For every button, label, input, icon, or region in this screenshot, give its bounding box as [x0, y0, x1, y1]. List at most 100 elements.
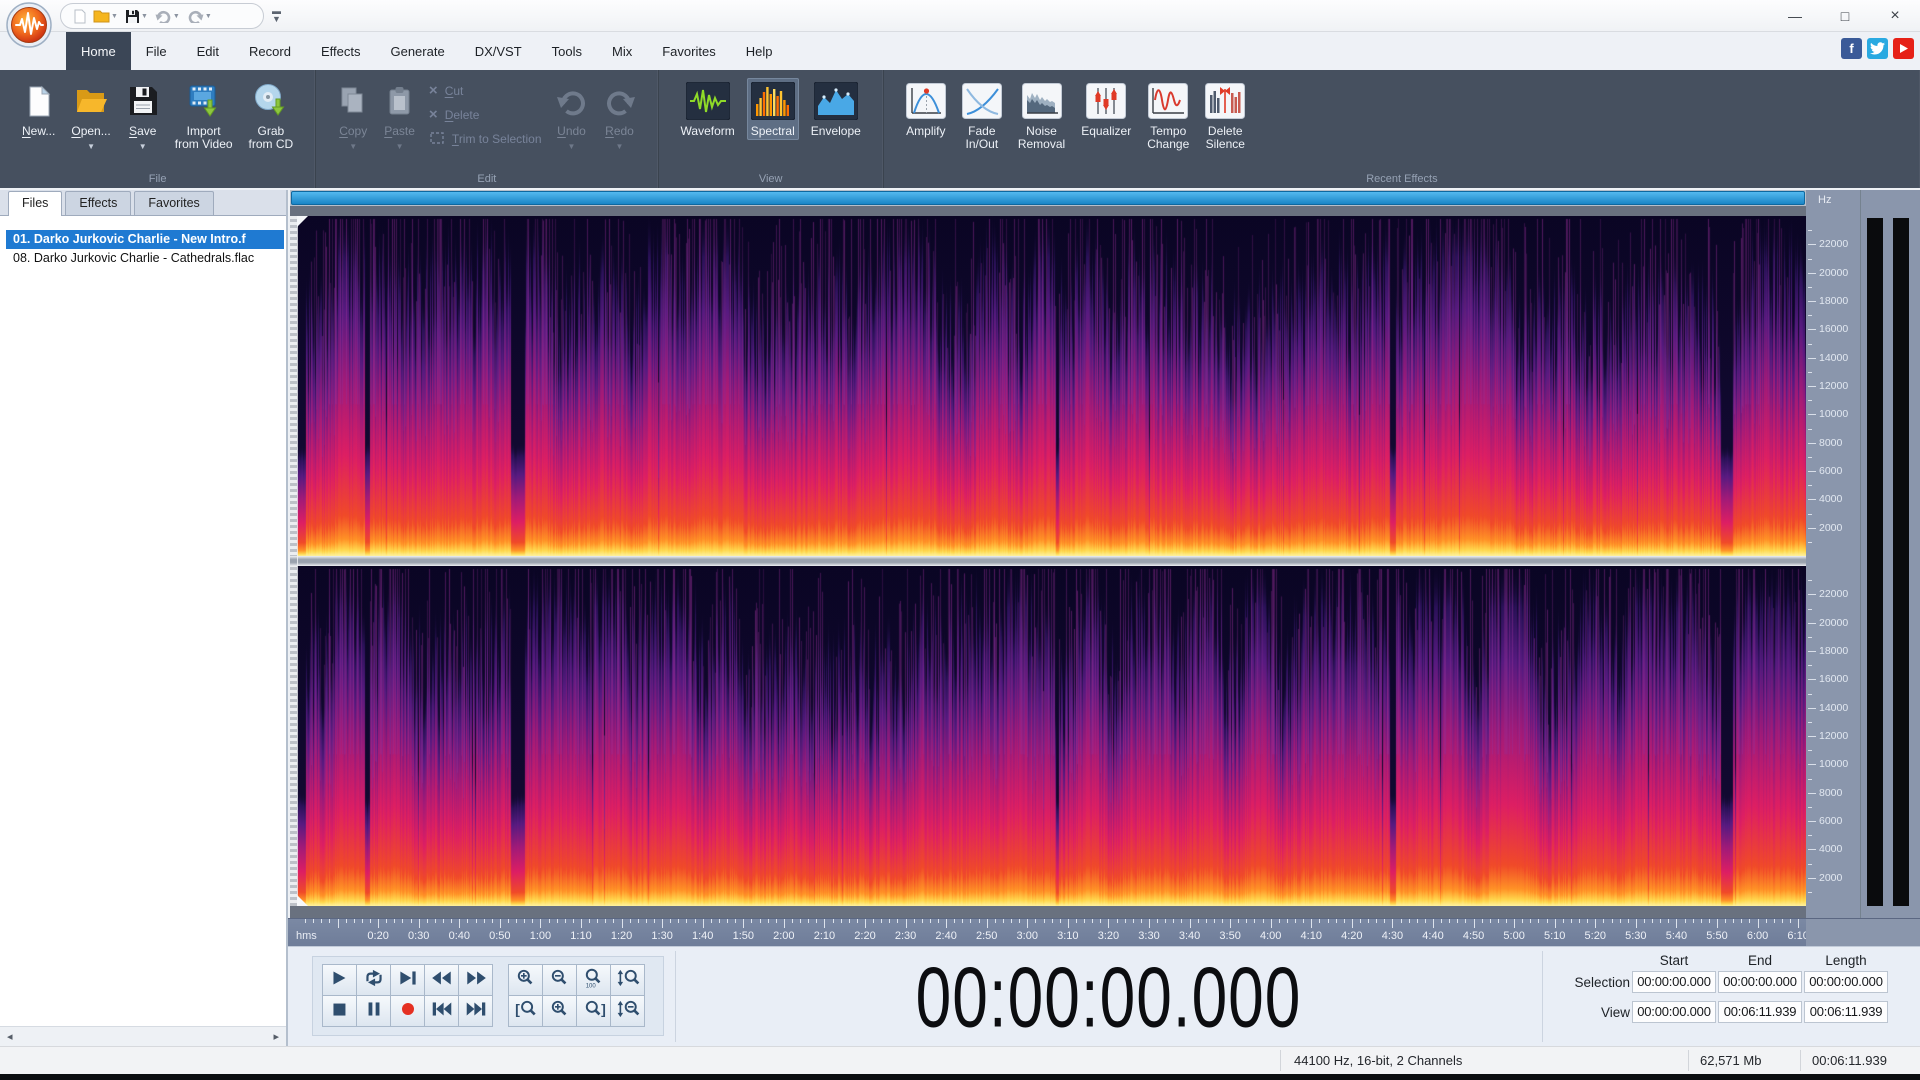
twitter-icon[interactable]	[1867, 38, 1888, 59]
new-file-icon[interactable]	[71, 5, 88, 27]
zoom-vertical-in-button[interactable]	[610, 964, 645, 996]
forward-button[interactable]	[458, 964, 493, 996]
tempo-change-button[interactable]: Tempo Change	[1143, 78, 1193, 153]
ruler-time-label: 5:50	[1706, 930, 1728, 942]
menu-item-edit[interactable]: Edit	[182, 32, 234, 70]
loop-button[interactable]	[356, 964, 391, 996]
sidebar-horizontal-scrollbar[interactable]: ◂ ▸	[0, 1026, 286, 1046]
import-from-video-button[interactable]: Import from Video	[171, 78, 237, 153]
facebook-icon[interactable]: f	[1841, 38, 1862, 59]
cut-button[interactable]: × Cut	[429, 82, 542, 100]
grab-from-cd-button[interactable]: Grab from CD	[245, 78, 298, 153]
selection-end-marker-icon[interactable]	[297, 895, 308, 906]
undo-icon[interactable]: ▼	[153, 5, 182, 27]
fade-in-out-button[interactable]: Fade In/Out	[958, 78, 1006, 153]
open-folder-icon[interactable]: ▼	[91, 5, 120, 27]
view-start-field[interactable]: 00:00:00.000	[1632, 1001, 1716, 1023]
zoom-in-button[interactable]	[508, 964, 543, 996]
redo-icon[interactable]: ▼	[185, 5, 214, 27]
menu-item-record[interactable]: Record	[234, 32, 306, 70]
rewind-button[interactable]	[424, 964, 459, 996]
zoom-selection-button[interactable]	[542, 995, 577, 1027]
wave-top-strip	[290, 206, 1806, 216]
customize-quick-access-icon[interactable]: ▬ ▼	[272, 7, 281, 24]
selection-length-field[interactable]: 00:00:00.000	[1804, 971, 1888, 993]
file-list-item[interactable]: 08. Darko Jurkovic Charlie - Cathedrals.…	[6, 249, 284, 268]
play-next-button[interactable]	[390, 964, 425, 996]
menu-item-home[interactable]: Home	[66, 32, 131, 70]
new-button[interactable]: New...	[18, 78, 59, 140]
zoom-sel-end-button[interactable]: ]	[576, 995, 611, 1027]
save-dropdown-icon[interactable]: ▼	[139, 140, 147, 153]
noise-removal-button[interactable]: Noise Removal	[1014, 78, 1069, 153]
copy-dropdown-icon[interactable]: ▼	[349, 140, 357, 153]
tab-files[interactable]: Files	[8, 191, 63, 216]
zoom-100-button[interactable]: 100	[576, 964, 611, 996]
play-button[interactable]	[322, 964, 357, 996]
close-button[interactable]: ×	[1870, 0, 1920, 32]
menu-item-mix[interactable]: Mix	[597, 32, 647, 70]
stop-button[interactable]	[322, 995, 357, 1027]
zoom-out-button[interactable]	[542, 964, 577, 996]
redo-button[interactable]: Redo ▼	[600, 78, 640, 155]
paste-dropdown-icon[interactable]: ▼	[396, 140, 404, 153]
undo-dropdown-icon[interactable]: ▼	[173, 13, 180, 20]
menu-item-tools[interactable]: Tools	[537, 32, 597, 70]
menu-item-file[interactable]: File	[131, 32, 182, 70]
minimize-button[interactable]: —	[1770, 0, 1820, 32]
play-icon	[328, 968, 352, 993]
save-dropdown-icon[interactable]: ▼	[141, 13, 148, 20]
file-list[interactable]: 01. Darko Jurkovic Charlie - New Intro.f…	[0, 216, 286, 1026]
envelope-view-button[interactable]: Envelope	[807, 78, 865, 140]
menu-item-help[interactable]: Help	[731, 32, 788, 70]
file-list-item[interactable]: 01. Darko Jurkovic Charlie - New Intro.f	[6, 230, 284, 249]
menu-item-dx-vst[interactable]: DX/VST	[460, 32, 537, 70]
pause-button[interactable]	[356, 995, 391, 1027]
delete-button[interactable]: × Delete	[429, 106, 542, 124]
maximize-button[interactable]: □	[1820, 0, 1870, 32]
redo-dropdown-icon[interactable]: ▼	[616, 140, 624, 153]
open-button[interactable]: Open... ▼	[67, 78, 114, 155]
copy-button[interactable]: Copy ▼	[334, 78, 372, 155]
view-end-field[interactable]: 00:06:11.939	[1718, 1001, 1802, 1023]
scroll-right-icon[interactable]: ▸	[273, 1030, 279, 1043]
youtube-icon[interactable]	[1893, 38, 1914, 59]
delete-silence-button[interactable]: Delete Silence	[1201, 78, 1249, 153]
undo-button[interactable]: Undo ▼	[552, 78, 592, 155]
go-end-button[interactable]	[458, 995, 493, 1027]
zoom-sel-start-button[interactable]: [	[508, 995, 543, 1027]
spectral-view-button[interactable]: Spectral	[746, 78, 799, 140]
app-logo-icon[interactable]	[6, 2, 52, 48]
selection-end-field[interactable]: 00:00:00.000	[1718, 971, 1802, 993]
redo-dropdown-icon[interactable]: ▼	[205, 13, 212, 20]
copy-icon	[338, 80, 368, 122]
equalizer-button[interactable]: Equalizer	[1077, 78, 1135, 140]
wave-scrollbar-thumb[interactable]	[291, 191, 1805, 205]
menu-item-generate[interactable]: Generate	[375, 32, 459, 70]
trim-to-selection-button[interactable]: Trim to Selection	[429, 130, 542, 148]
channel-divider[interactable]	[290, 556, 1806, 566]
zoom-vertical-out-button[interactable]	[610, 995, 645, 1027]
selection-start-field[interactable]: 00:00:00.000	[1632, 971, 1716, 993]
open-dropdown-icon[interactable]: ▼	[87, 140, 95, 153]
waveform-view-button[interactable]: Waveform	[677, 78, 739, 140]
menu-item-favorites[interactable]: Favorites	[647, 32, 730, 70]
tab-favorites[interactable]: Favorites	[134, 191, 214, 215]
paste-button[interactable]: Paste ▼	[380, 78, 419, 155]
open-dropdown-icon[interactable]: ▼	[111, 13, 118, 20]
open-folder-icon	[73, 80, 109, 122]
record-button[interactable]	[390, 995, 425, 1027]
menu-item-effects[interactable]: Effects	[306, 32, 376, 70]
amplify-button[interactable]: Amplify	[902, 78, 950, 140]
wave-horizontal-scrollbar[interactable]	[290, 190, 1806, 206]
undo-dropdown-icon[interactable]: ▼	[568, 140, 576, 153]
scroll-left-icon[interactable]: ◂	[7, 1030, 13, 1043]
spectrogram-channel-1[interactable]	[297, 216, 1806, 556]
go-start-button[interactable]	[424, 995, 459, 1027]
view-length-field[interactable]: 00:06:11.939	[1804, 1001, 1888, 1023]
save-icon[interactable]: ▼	[123, 5, 150, 27]
save-button[interactable]: Save ▼	[123, 78, 163, 155]
tab-effects[interactable]: Effects	[65, 191, 132, 215]
selection-start-marker-icon[interactable]	[297, 216, 308, 227]
spectrogram-channel-2[interactable]	[297, 566, 1806, 906]
